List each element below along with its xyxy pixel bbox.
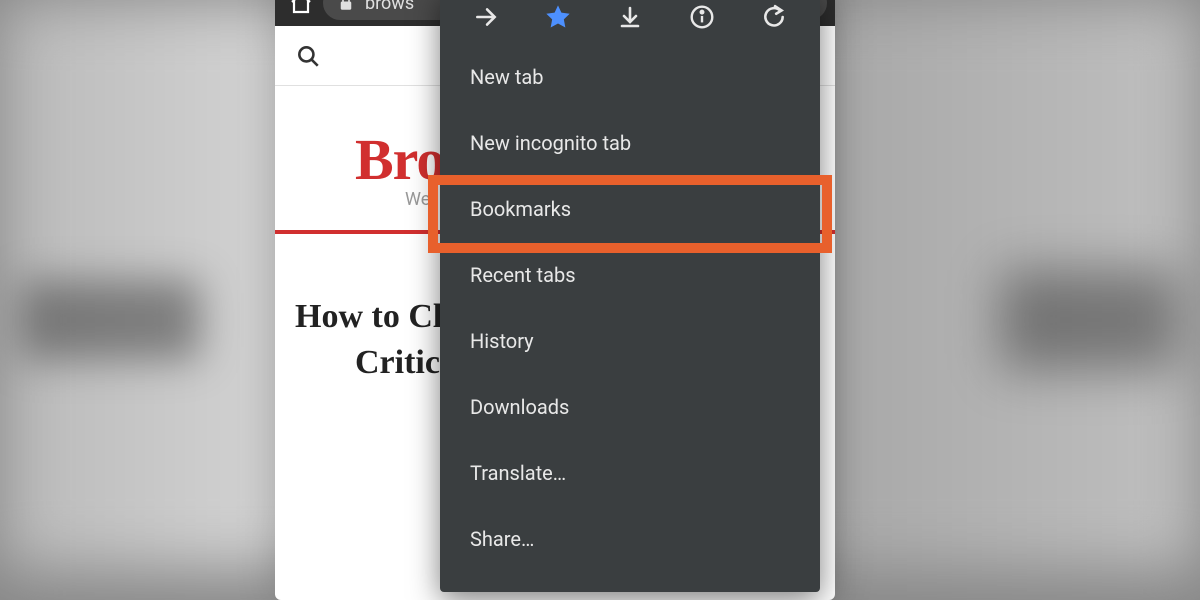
menu-item-label: Share…	[470, 527, 534, 551]
address-text: brows	[365, 0, 414, 14]
reload-button[interactable]	[752, 0, 796, 39]
menu-item-label: New incognito tab	[470, 131, 631, 155]
article-heading-line1: How to Cl	[295, 298, 442, 335]
overflow-menu: New tab New incognito tab Bookmarks Rece…	[440, 0, 820, 592]
menu-item-new-tab[interactable]: New tab	[440, 44, 820, 110]
lock-icon	[337, 0, 355, 12]
download-button[interactable]	[608, 0, 652, 39]
forward-button[interactable]	[464, 0, 508, 39]
info-icon	[689, 4, 715, 30]
search-icon	[295, 43, 321, 69]
menu-item-label: History	[470, 329, 534, 353]
menu-item-label: Recent tabs	[470, 263, 576, 287]
download-icon	[618, 5, 642, 29]
menu-item-new-incognito-tab[interactable]: New incognito tab	[440, 110, 820, 176]
menu-item-recent-tabs[interactable]: Recent tabs	[440, 242, 820, 308]
home-button[interactable]	[283, 0, 319, 21]
menu-item-bookmarks[interactable]: Bookmarks	[440, 176, 820, 242]
reload-icon	[761, 4, 787, 30]
home-icon	[289, 0, 313, 15]
menu-item-label: Downloads	[470, 395, 569, 419]
menu-icon-row	[440, 0, 820, 44]
background-blur-shape	[20, 280, 200, 360]
background-blur-shape	[1000, 270, 1180, 370]
menu-item-label: New tab	[470, 65, 544, 89]
info-button[interactable]	[680, 0, 724, 39]
menu-item-share[interactable]: Share…	[440, 506, 820, 572]
menu-item-label: Translate…	[470, 461, 566, 485]
star-icon	[544, 3, 572, 31]
bookmark-star-button[interactable]	[536, 0, 580, 39]
menu-item-label: Bookmarks	[470, 197, 571, 221]
menu-item-history[interactable]: History	[440, 308, 820, 374]
arrow-right-icon	[473, 4, 499, 30]
menu-item-downloads[interactable]: Downloads	[440, 374, 820, 440]
menu-item-translate[interactable]: Translate…	[440, 440, 820, 506]
